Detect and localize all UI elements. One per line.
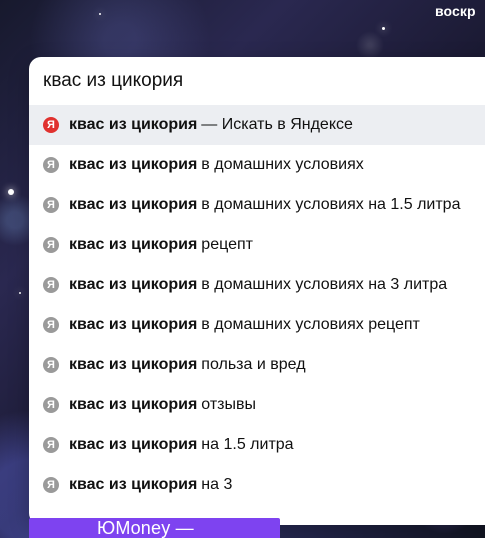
suggestion-bold-text: квас из цикория: [69, 116, 198, 133]
yandex-logo-icon: Я: [43, 237, 59, 253]
suggestion-bold-text: квас из цикория: [69, 236, 198, 253]
promo-banner[interactable]: ЮMoney —: [29, 518, 280, 538]
suggestion-item[interactable]: Я квас из цикория в домашних условиях ре…: [29, 305, 485, 345]
star-4: [99, 13, 101, 15]
suggestion-item[interactable]: Я квас из цикория — Искать в Яндексе: [29, 105, 485, 145]
suggestion-bold-text: квас из цикория: [69, 476, 198, 493]
suggestion-item[interactable]: Я квас из цикория рецепт: [29, 225, 485, 265]
yandex-logo-icon: Я: [43, 157, 59, 173]
suggestion-item[interactable]: Я квас из цикория на 1.5 литра: [29, 425, 485, 465]
suggestion-bold-text: квас из цикория: [69, 436, 198, 453]
star-5: [19, 292, 21, 294]
suggestion-rest-text: в домашних условиях рецепт: [201, 316, 420, 333]
suggestion-rest-text: отзывы: [201, 396, 257, 413]
yandex-logo-icon: Я: [43, 437, 59, 453]
suggestion-bold-text: квас из цикория: [69, 316, 198, 333]
yandex-logo-icon: Я: [43, 117, 59, 133]
suggestion-rest-text: в домашних условиях на 1.5 литра: [201, 196, 461, 213]
suggestion-bold-text: квас из цикория: [69, 276, 198, 293]
suggestion-list: Я квас из цикория — Искать в Яндексе Я к…: [29, 105, 485, 505]
yandex-logo-icon: Я: [43, 277, 59, 293]
desktop-background: воскр квас из цикория Я квас из цикория …: [0, 0, 485, 538]
star-1: [8, 189, 14, 195]
search-query-field[interactable]: квас из цикория: [29, 57, 485, 105]
suggestion-rest-text: на 3: [201, 476, 233, 493]
suggestion-bold-text: квас из цикория: [69, 356, 198, 373]
suggestion-rest-text: в домашних условиях: [201, 156, 364, 173]
suggestion-item[interactable]: Я квас из цикория в домашних условиях на…: [29, 265, 485, 305]
promo-text: ЮMoney —: [97, 518, 194, 538]
suggestion-bold-text: квас из цикория: [69, 396, 198, 413]
suggestion-item[interactable]: Я квас из цикория отзывы: [29, 385, 485, 425]
suggestion-rest-text: на 1.5 литра: [201, 436, 294, 453]
suggestion-rest-text: — Искать в Яндексе: [201, 116, 353, 133]
yandex-logo-icon: Я: [43, 397, 59, 413]
suggestion-item[interactable]: Я квас из цикория в домашних условиях: [29, 145, 485, 185]
suggestion-rest-text: польза и вред: [201, 356, 306, 373]
suggestion-item[interactable]: Я квас из цикория польза и вред: [29, 345, 485, 385]
top-link-voskr[interactable]: воскр: [435, 3, 485, 19]
suggestion-item[interactable]: Я квас из цикория на 3: [29, 465, 485, 505]
suggestion-rest-text: в домашних условиях на 3 литра: [201, 276, 448, 293]
suggestion-rest-text: рецепт: [201, 236, 253, 253]
yandex-logo-icon: Я: [43, 317, 59, 333]
yandex-logo-icon: Я: [43, 197, 59, 213]
search-suggestions-panel: квас из цикория Я квас из цикория — Иска…: [29, 57, 485, 525]
suggestion-bold-text: квас из цикория: [69, 196, 198, 213]
star-3: [382, 27, 385, 30]
suggestion-bold-text: квас из цикория: [69, 156, 198, 173]
yandex-logo-icon: Я: [43, 477, 59, 493]
suggestion-item[interactable]: Я квас из цикория в домашних условиях на…: [29, 185, 485, 225]
yandex-logo-icon: Я: [43, 357, 59, 373]
